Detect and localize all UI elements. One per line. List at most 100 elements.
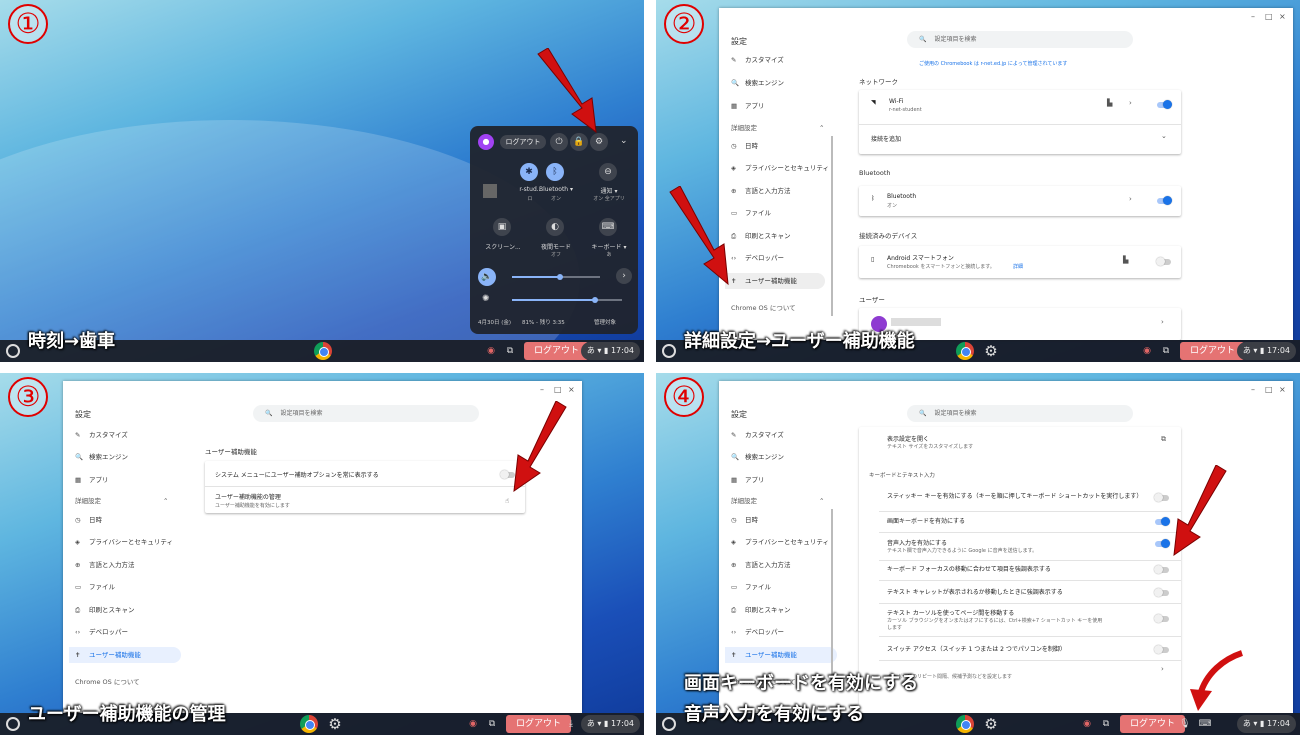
switch-access-toggle[interactable]: [1154, 645, 1169, 654]
microphone-icon[interactable]: 🎙: [1178, 717, 1192, 731]
minimize-button[interactable]: –: [540, 385, 544, 394]
night-mode-icon[interactable]: ◐: [546, 218, 564, 236]
nav-customize[interactable]: ✎ カスタマイズ: [725, 52, 825, 68]
nav-advanced[interactable]: 詳細設定 ⌃: [725, 120, 825, 136]
status-area[interactable]: あ ▾ ▮ 17:04: [1236, 715, 1296, 733]
wifi-toggle[interactable]: [1157, 100, 1172, 109]
nav-datetime[interactable]: ◷ 日時: [69, 512, 169, 528]
nav-search-engine[interactable]: 🔍 検索エンジン: [69, 449, 169, 465]
nav-datetime[interactable]: ◷ 日時: [725, 512, 825, 528]
manage-a11y-link[interactable]: ユーザー補助機能の管理: [215, 492, 281, 501]
nav-about[interactable]: Chrome OS について: [69, 674, 169, 690]
status-area[interactable]: あ ▾ ▮ 17:04: [580, 342, 640, 360]
qs-date[interactable]: 4月30日 (金): [478, 318, 511, 326]
settings-app-icon[interactable]: ⚙: [326, 715, 344, 733]
nav-files[interactable]: ▭ ファイル: [69, 579, 169, 595]
nav-print[interactable]: ⎙ 印刷とスキャン: [725, 602, 825, 618]
search-input[interactable]: 🔍 設定項目を検索: [907, 405, 1133, 422]
nav-apps[interactable]: ▦ アプリ: [725, 472, 825, 488]
clipboard-icon[interactable]: ⧉: [503, 344, 517, 358]
nav-print[interactable]: ⎙ 印刷とスキャン: [725, 228, 825, 244]
nav-language[interactable]: ⊕ 言語と入力方法: [725, 183, 825, 199]
nav-files[interactable]: ▭ ファイル: [725, 579, 825, 595]
minimize-button[interactable]: –: [1251, 12, 1255, 21]
clipboard-icon[interactable]: ⧉: [1099, 717, 1113, 731]
chevron-right-icon[interactable]: ›: [1129, 99, 1132, 107]
minimize-button[interactable]: –: [1251, 385, 1255, 394]
wifi-toggle-icon[interactable]: ✱: [520, 163, 538, 181]
maximize-button[interactable]: □: [554, 385, 562, 394]
android-detail-link[interactable]: 詳細: [1013, 263, 1023, 270]
record-icon[interactable]: ◉: [1080, 717, 1094, 731]
brightness-slider[interactable]: [591, 297, 598, 303]
close-button[interactable]: ×: [1279, 385, 1286, 394]
status-area[interactable]: あ ▾ ▮ 17:04: [580, 715, 640, 733]
status-area[interactable]: あ ▾ ▮ 17:04: [1236, 342, 1296, 360]
nav-customize[interactable]: ✎ カスタマイズ: [69, 427, 169, 443]
volume-icon[interactable]: 🔈: [478, 268, 496, 286]
shelf-logout-button[interactable]: ログアウト: [1120, 715, 1186, 733]
nav-scrollbar[interactable]: [831, 136, 833, 316]
bluetooth-icon[interactable]: ᛒ: [546, 163, 564, 181]
screen-capture-icon[interactable]: ▣: [493, 218, 511, 236]
chrome-icon[interactable]: [314, 342, 332, 360]
chevron-right-icon[interactable]: ›: [1161, 318, 1164, 326]
caret-browse-toggle[interactable]: [1154, 614, 1169, 623]
volume-slider[interactable]: [557, 274, 564, 280]
devices-card[interactable]: ▯ Android スマートフォン Chromebook をスマートフォンと接続…: [859, 246, 1181, 278]
maximize-button[interactable]: □: [1265, 385, 1273, 394]
onscreen-keyboard-icon[interactable]: ⌨: [1198, 717, 1212, 731]
nav-apps[interactable]: ▦ アプリ: [69, 472, 169, 488]
chevron-down-icon[interactable]: ⌄: [1161, 132, 1167, 140]
caret-highlight-toggle[interactable]: [1154, 588, 1169, 597]
nav-files[interactable]: ▭ ファイル: [725, 205, 825, 221]
chrome-icon[interactable]: [956, 715, 974, 733]
settings-app-icon[interactable]: ⚙: [982, 342, 1000, 360]
bluetooth-card[interactable]: ᛒ Bluetooth オン ›: [859, 186, 1181, 216]
focus-highlight-toggle[interactable]: [1154, 565, 1169, 574]
display-open-link[interactable]: 表示設定を開く: [887, 434, 929, 443]
record-icon[interactable]: ◉: [484, 344, 498, 358]
nav-language[interactable]: ⊕ 言語と入力方法: [69, 557, 169, 573]
nav-search-engine[interactable]: 🔍 検索エンジン: [725, 75, 825, 91]
nav-privacy[interactable]: ◈ プライバシーとセキュリティ: [725, 534, 829, 550]
nav-developer[interactable]: ‹› デベロッパー: [725, 624, 825, 640]
shelf-logout-button[interactable]: ログアウト: [1180, 342, 1246, 360]
launcher-button[interactable]: [662, 344, 676, 358]
clipboard-icon[interactable]: ⧉: [1159, 344, 1173, 358]
chrome-icon[interactable]: [956, 342, 974, 360]
nav-developer[interactable]: ‹› デベロッパー: [725, 250, 825, 266]
qs-logout-button[interactable]: ログアウト: [500, 135, 546, 149]
nav-developer[interactable]: ‹› デベロッパー: [69, 624, 169, 640]
add-connection[interactable]: 接続を追加: [871, 134, 901, 143]
close-button[interactable]: ×: [1279, 12, 1286, 21]
settings-app-icon[interactable]: ⚙: [982, 715, 1000, 733]
avatar[interactable]: ●: [478, 134, 494, 150]
nav-search-engine[interactable]: 🔍 検索エンジン: [725, 449, 825, 465]
download-icon[interactable]: ⤓: [564, 717, 578, 731]
maximize-button[interactable]: □: [1265, 12, 1273, 21]
nav-advanced[interactable]: 詳細設定 ⌃: [69, 493, 169, 509]
shelf-logout-button[interactable]: ログアウト: [506, 715, 572, 733]
sticky-toggle[interactable]: [1154, 493, 1169, 502]
nav-accessibility[interactable]: ✝ ユーザー補助機能: [725, 647, 837, 663]
launcher-button[interactable]: [662, 717, 676, 731]
onscreen-kb-toggle[interactable]: [1155, 517, 1170, 526]
dictation-toggle[interactable]: [1155, 539, 1170, 548]
chevron-right-icon[interactable]: ›: [616, 268, 632, 284]
search-input[interactable]: 🔍 設定項目を検索: [253, 405, 479, 422]
keyboard-icon[interactable]: ⌨: [599, 218, 617, 236]
chevron-down-icon[interactable]: ⌄: [620, 136, 628, 146]
nav-accessibility[interactable]: ✝ ユーザー補助機能: [69, 647, 181, 663]
nav-customize[interactable]: ✎ カスタマイズ: [725, 427, 825, 443]
nav-privacy[interactable]: ◈ プライバシーとセキュリティ: [69, 534, 173, 550]
android-toggle[interactable]: [1156, 257, 1171, 266]
notification-icon[interactable]: ⊖: [599, 163, 617, 181]
nav-datetime[interactable]: ◷ 日時: [725, 138, 825, 154]
nav-about[interactable]: Chrome OS について: [725, 300, 825, 316]
chrome-icon[interactable]: [300, 715, 318, 733]
close-button[interactable]: ×: [568, 385, 575, 394]
record-icon[interactable]: ◉: [466, 717, 480, 731]
nav-scrollbar[interactable]: [831, 509, 833, 689]
launcher-button[interactable]: [6, 717, 20, 731]
